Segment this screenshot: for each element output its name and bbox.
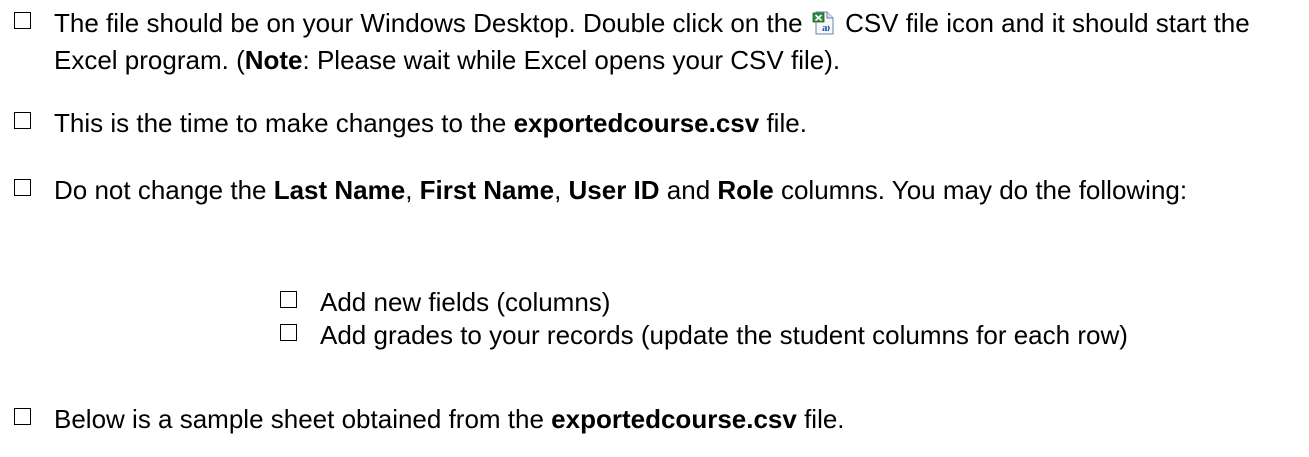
excel-csv-file-icon: a xyxy=(812,9,836,43)
checklist-item-4: Below is a sample sheet obtained from th… xyxy=(14,402,845,436)
item-4-text: Below is a sample sheet obtained from th… xyxy=(54,404,845,434)
checkbox-icon xyxy=(14,408,31,425)
item-2-text: This is the time to make changes to the … xyxy=(54,108,807,138)
sub-item-1-text: Add new fields (columns) xyxy=(320,287,611,317)
checkbox-icon xyxy=(280,291,297,308)
sub-item-2: Add grades to your records (update the s… xyxy=(280,318,1128,352)
checkbox-icon xyxy=(280,324,297,341)
checklist-item-1: The file should be on your Windows Deskt… xyxy=(14,6,1309,77)
checklist-item-3: Do not change the Last Name, First Name,… xyxy=(14,173,1309,207)
svg-text:a: a xyxy=(822,22,828,34)
sub-item-2-text: Add grades to your records (update the s… xyxy=(320,320,1128,350)
item-1-text: The file should be on your Windows Deskt… xyxy=(54,8,1250,75)
item-3-text: Do not change the Last Name, First Name,… xyxy=(54,175,1188,205)
checklist-item-2: This is the time to make changes to the … xyxy=(14,106,807,140)
checkbox-icon xyxy=(14,112,31,129)
checkbox-icon xyxy=(14,179,31,196)
checkbox-icon xyxy=(14,12,31,29)
sub-item-1: Add new fields (columns) xyxy=(280,285,610,319)
